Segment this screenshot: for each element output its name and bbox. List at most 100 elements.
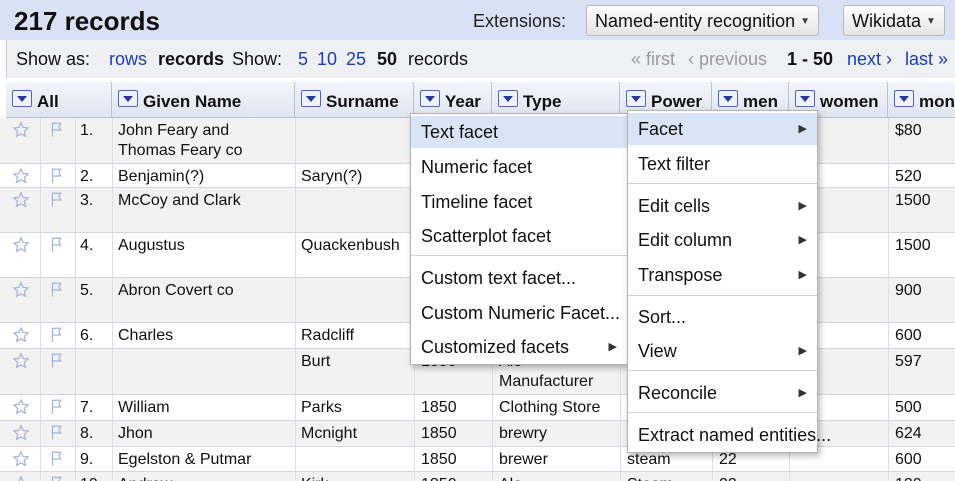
menu-item-custom-numeric-facet[interactable]: Custom Numeric Facet...	[411, 297, 627, 329]
cell-mon[interactable]: $80	[895, 121, 922, 141]
flag-icon[interactable]	[48, 326, 66, 344]
cell-num[interactable]: 1.	[80, 121, 93, 141]
column-menu-dropdown-icon[interactable]	[301, 90, 321, 107]
cell-year[interactable]: 1850	[421, 398, 457, 418]
flag-icon[interactable]	[48, 167, 66, 185]
star-icon[interactable]	[12, 121, 30, 139]
cell-type[interactable]: Clothing Store	[499, 398, 600, 418]
flag-icon[interactable]	[48, 398, 66, 416]
cell-mon[interactable]: 624	[895, 424, 922, 444]
cell-surname[interactable]: Saryn(?)	[301, 167, 362, 187]
cell-given[interactable]: Charles	[118, 326, 173, 346]
cell-men[interactable]: 22	[719, 450, 737, 470]
cell-year[interactable]: 1850	[421, 424, 457, 444]
column-header-given-name[interactable]: Given Name	[112, 82, 295, 118]
flag-icon[interactable]	[48, 121, 66, 139]
show-as-records-option[interactable]: records	[158, 49, 224, 70]
star-icon[interactable]	[12, 475, 30, 481]
cell-given[interactable]: Benjamin(?)	[118, 167, 204, 187]
menu-item-scatterplot-facet[interactable]: Scatterplot facet	[411, 220, 627, 252]
column-header-surname[interactable]: Surname	[295, 82, 414, 118]
cell-mon[interactable]: 1500	[895, 236, 931, 256]
column-menu-dropdown-icon[interactable]	[626, 90, 646, 107]
flag-icon[interactable]	[48, 352, 66, 370]
cell-mon[interactable]: 900	[895, 281, 922, 301]
previous-page-link[interactable]: ‹ previous	[688, 49, 767, 70]
page-size-25-link[interactable]: 25	[346, 49, 366, 70]
menu-item-edit-cells[interactable]: Edit cells ▶	[628, 190, 817, 222]
menu-item-sort[interactable]: Sort...	[628, 301, 817, 333]
cell-given[interactable]: Egelston & Putmar	[118, 450, 251, 470]
menu-item-facet[interactable]: Facet ▶	[628, 113, 817, 145]
flag-icon[interactable]	[48, 281, 66, 299]
menu-item-text-filter[interactable]: Text filter	[628, 148, 817, 180]
cell-type[interactable]: brewer	[499, 450, 548, 470]
cell-mon[interactable]: 1500	[895, 191, 931, 211]
cell-num[interactable]: 8.	[80, 424, 93, 444]
column-menu-dropdown-icon[interactable]	[718, 90, 738, 107]
page-size-10-link[interactable]: 10	[317, 49, 337, 70]
column-menu-dropdown-icon[interactable]	[894, 90, 914, 107]
star-icon[interactable]	[12, 398, 30, 416]
cell-type[interactable]: Ale	[499, 475, 522, 481]
cell-num[interactable]: 10.	[80, 475, 102, 481]
cell-power[interactable]: Steam	[627, 475, 673, 481]
flag-icon[interactable]	[48, 236, 66, 254]
cell-given[interactable]: Abron Covert co	[118, 281, 234, 301]
first-page-link[interactable]: « first	[631, 49, 675, 70]
show-as-rows-link[interactable]: rows	[109, 49, 147, 70]
menu-item-edit-column[interactable]: Edit column ▶	[628, 224, 817, 256]
cell-power[interactable]: steam	[627, 450, 671, 470]
flag-icon[interactable]	[48, 424, 66, 442]
page-size-5-link[interactable]: 5	[298, 49, 308, 70]
cell-given[interactable]: Augustus	[118, 236, 185, 256]
cell-surname[interactable]: Quackenbush	[301, 236, 400, 256]
cell-num[interactable]: 4.	[80, 236, 93, 256]
cell-type[interactable]: brewry	[499, 424, 547, 444]
named-entity-recognition-button[interactable]: Named-entity recognition ▼	[586, 5, 820, 36]
column-header-all[interactable]: All	[6, 82, 112, 118]
cell-mon[interactable]: 597	[895, 352, 922, 372]
flag-icon[interactable]	[48, 191, 66, 209]
cell-num[interactable]: 7.	[80, 398, 93, 418]
cell-year[interactable]: 1850	[421, 475, 457, 481]
star-icon[interactable]	[12, 236, 30, 254]
column-menu-dropdown-icon[interactable]	[118, 90, 138, 107]
star-icon[interactable]	[12, 424, 30, 442]
cell-num[interactable]: 9.	[80, 450, 93, 470]
menu-item-custom-text-facet[interactable]: Custom text facet...	[411, 262, 627, 294]
cell-num[interactable]: 3.	[80, 191, 93, 211]
flag-icon[interactable]	[48, 475, 66, 481]
star-icon[interactable]	[12, 326, 30, 344]
cell-surname[interactable]: Parks	[301, 398, 342, 418]
column-header-mon[interactable]: mon	[888, 82, 955, 118]
menu-item-reconcile[interactable]: Reconcile ▶	[628, 377, 817, 409]
cell-men[interactable]: 22	[719, 475, 737, 481]
cell-mon[interactable]: 500	[895, 398, 922, 418]
column-menu-dropdown-icon[interactable]	[12, 90, 32, 107]
menu-item-text-facet[interactable]: Text facet	[411, 116, 627, 148]
flag-icon[interactable]	[48, 450, 66, 468]
menu-item-customized-facets[interactable]: Customized facets ▶	[411, 331, 627, 363]
star-icon[interactable]	[12, 167, 30, 185]
wikidata-button[interactable]: Wikidata ▼	[843, 5, 945, 36]
cell-num[interactable]: 6.	[80, 326, 93, 346]
cell-given[interactable]: Andrew	[118, 475, 172, 481]
menu-item-view[interactable]: View ▶	[628, 335, 817, 367]
star-icon[interactable]	[12, 281, 30, 299]
star-icon[interactable]	[12, 352, 30, 370]
menu-item-timeline-facet[interactable]: Timeline facet	[411, 186, 627, 218]
cell-mon[interactable]: 120	[895, 475, 922, 481]
column-menu-dropdown-icon[interactable]	[795, 90, 815, 107]
cell-given[interactable]: McCoy and Clark	[118, 191, 241, 211]
star-icon[interactable]	[12, 191, 30, 209]
last-page-link[interactable]: last »	[905, 49, 948, 70]
cell-mon[interactable]: 600	[895, 326, 922, 346]
cell-mon[interactable]: 520	[895, 167, 922, 187]
menu-item-transpose[interactable]: Transpose ▶	[628, 259, 817, 291]
cell-year[interactable]: 1850	[421, 450, 457, 470]
next-page-link[interactable]: next ›	[847, 49, 892, 70]
cell-surname[interactable]: Mcnight	[301, 424, 357, 444]
star-icon[interactable]	[12, 450, 30, 468]
cell-given[interactable]: William	[118, 398, 170, 418]
